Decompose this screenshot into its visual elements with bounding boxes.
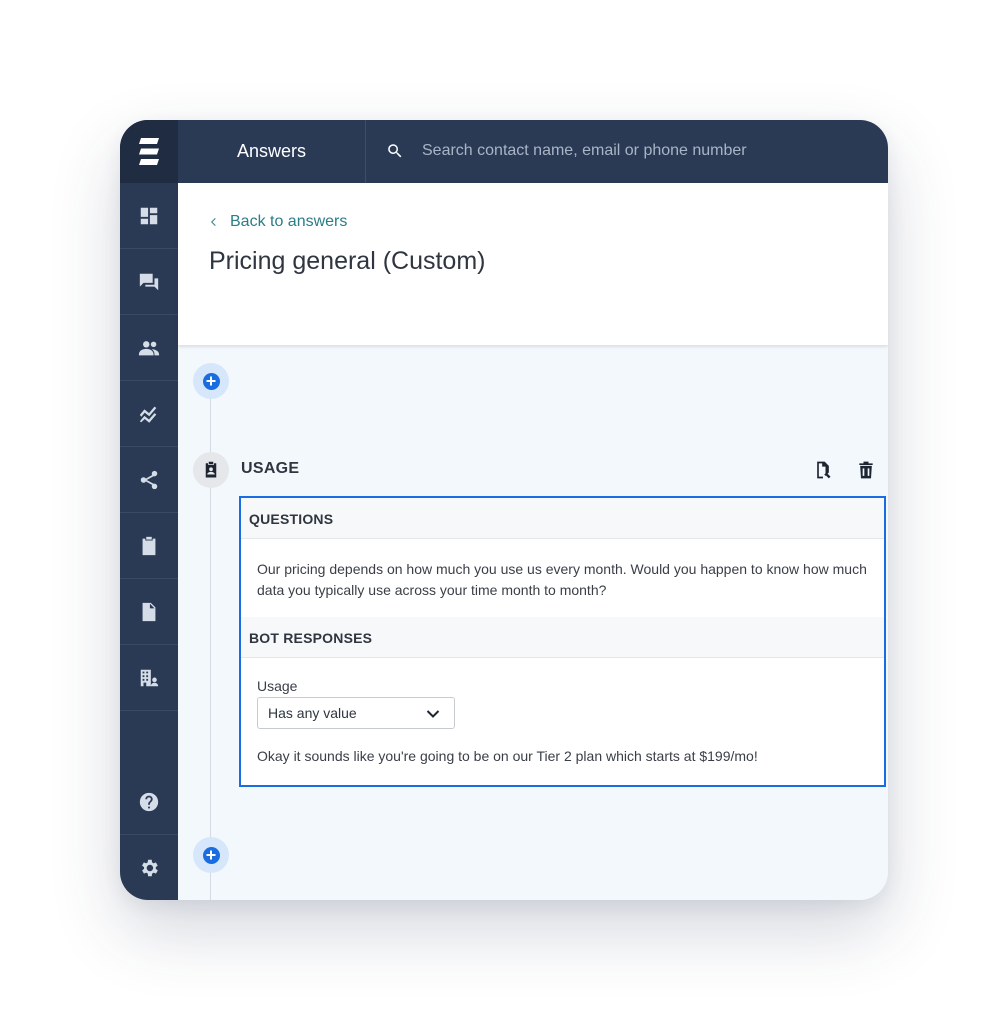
back-link-label: Back to answers xyxy=(230,213,348,230)
sidebar-item-contacts[interactable] xyxy=(120,315,178,381)
contact-badge-icon xyxy=(205,461,217,478)
top-bar: Answers xyxy=(178,120,888,183)
bot-response-text[interactable]: Okay it sounds like you're going to be o… xyxy=(257,748,758,764)
trash-icon xyxy=(859,461,873,479)
dashboard-icon xyxy=(140,207,158,224)
add-step-button-top[interactable] xyxy=(193,363,229,399)
back-link[interactable]: Back to answers xyxy=(208,213,347,231)
search-input[interactable] xyxy=(422,136,862,166)
sidebar-item-forms[interactable] xyxy=(120,513,178,579)
bot-responses-header: BOT RESPONSES xyxy=(241,617,884,658)
delete-button[interactable] xyxy=(856,460,876,480)
document-icon xyxy=(142,602,156,621)
page-title: Pricing general (Custom) xyxy=(209,247,486,275)
edit-document-button[interactable] xyxy=(813,460,833,480)
chevron-left-icon xyxy=(211,218,216,226)
sidebar-item-share[interactable] xyxy=(120,447,178,513)
search-icon xyxy=(388,144,402,158)
questions-header: QUESTIONS xyxy=(241,498,884,539)
sidebar-item-documents[interactable] xyxy=(120,579,178,645)
plus-icon xyxy=(202,372,220,390)
app-title: Answers xyxy=(178,120,366,183)
usage-condition-select[interactable]: Has any value xyxy=(257,697,455,729)
sidebar xyxy=(120,120,178,900)
clipboard-icon xyxy=(142,536,156,555)
share-icon xyxy=(140,470,158,489)
app-logo[interactable] xyxy=(120,120,178,183)
step-card: QUESTIONS Our pricing depends on how muc… xyxy=(239,496,886,787)
chat-icon xyxy=(139,273,159,290)
sidebar-item-analytics[interactable] xyxy=(120,381,178,447)
sidebar-item-help[interactable] xyxy=(120,769,178,835)
page-header: Back to answers Pricing general (Custom) xyxy=(178,183,888,345)
question-text[interactable]: Our pricing depends on how much you use … xyxy=(257,559,877,601)
step-icon xyxy=(193,452,229,488)
edit-document-icon xyxy=(817,461,831,479)
chevron-down-icon xyxy=(426,710,440,718)
analytics-icon xyxy=(139,406,157,423)
settings-icon xyxy=(142,859,158,877)
select-value: Has any value xyxy=(268,705,357,721)
help-icon xyxy=(139,792,159,811)
usage-field-label: Usage xyxy=(257,678,298,694)
sidebar-item-conversations[interactable] xyxy=(120,249,178,315)
search-bar xyxy=(366,120,888,183)
contacts-icon xyxy=(138,340,160,355)
logo-icon xyxy=(139,137,159,165)
plus-icon xyxy=(202,846,220,864)
add-step-button-bottom[interactable] xyxy=(193,837,229,873)
app-window: Answers Back to answers Pricing general … xyxy=(120,120,888,900)
organization-icon xyxy=(140,669,159,686)
sidebar-item-organization[interactable] xyxy=(120,645,178,711)
sidebar-item-dashboard[interactable] xyxy=(120,183,178,249)
step-title: USAGE xyxy=(241,460,300,477)
sidebar-item-settings[interactable] xyxy=(120,835,178,900)
